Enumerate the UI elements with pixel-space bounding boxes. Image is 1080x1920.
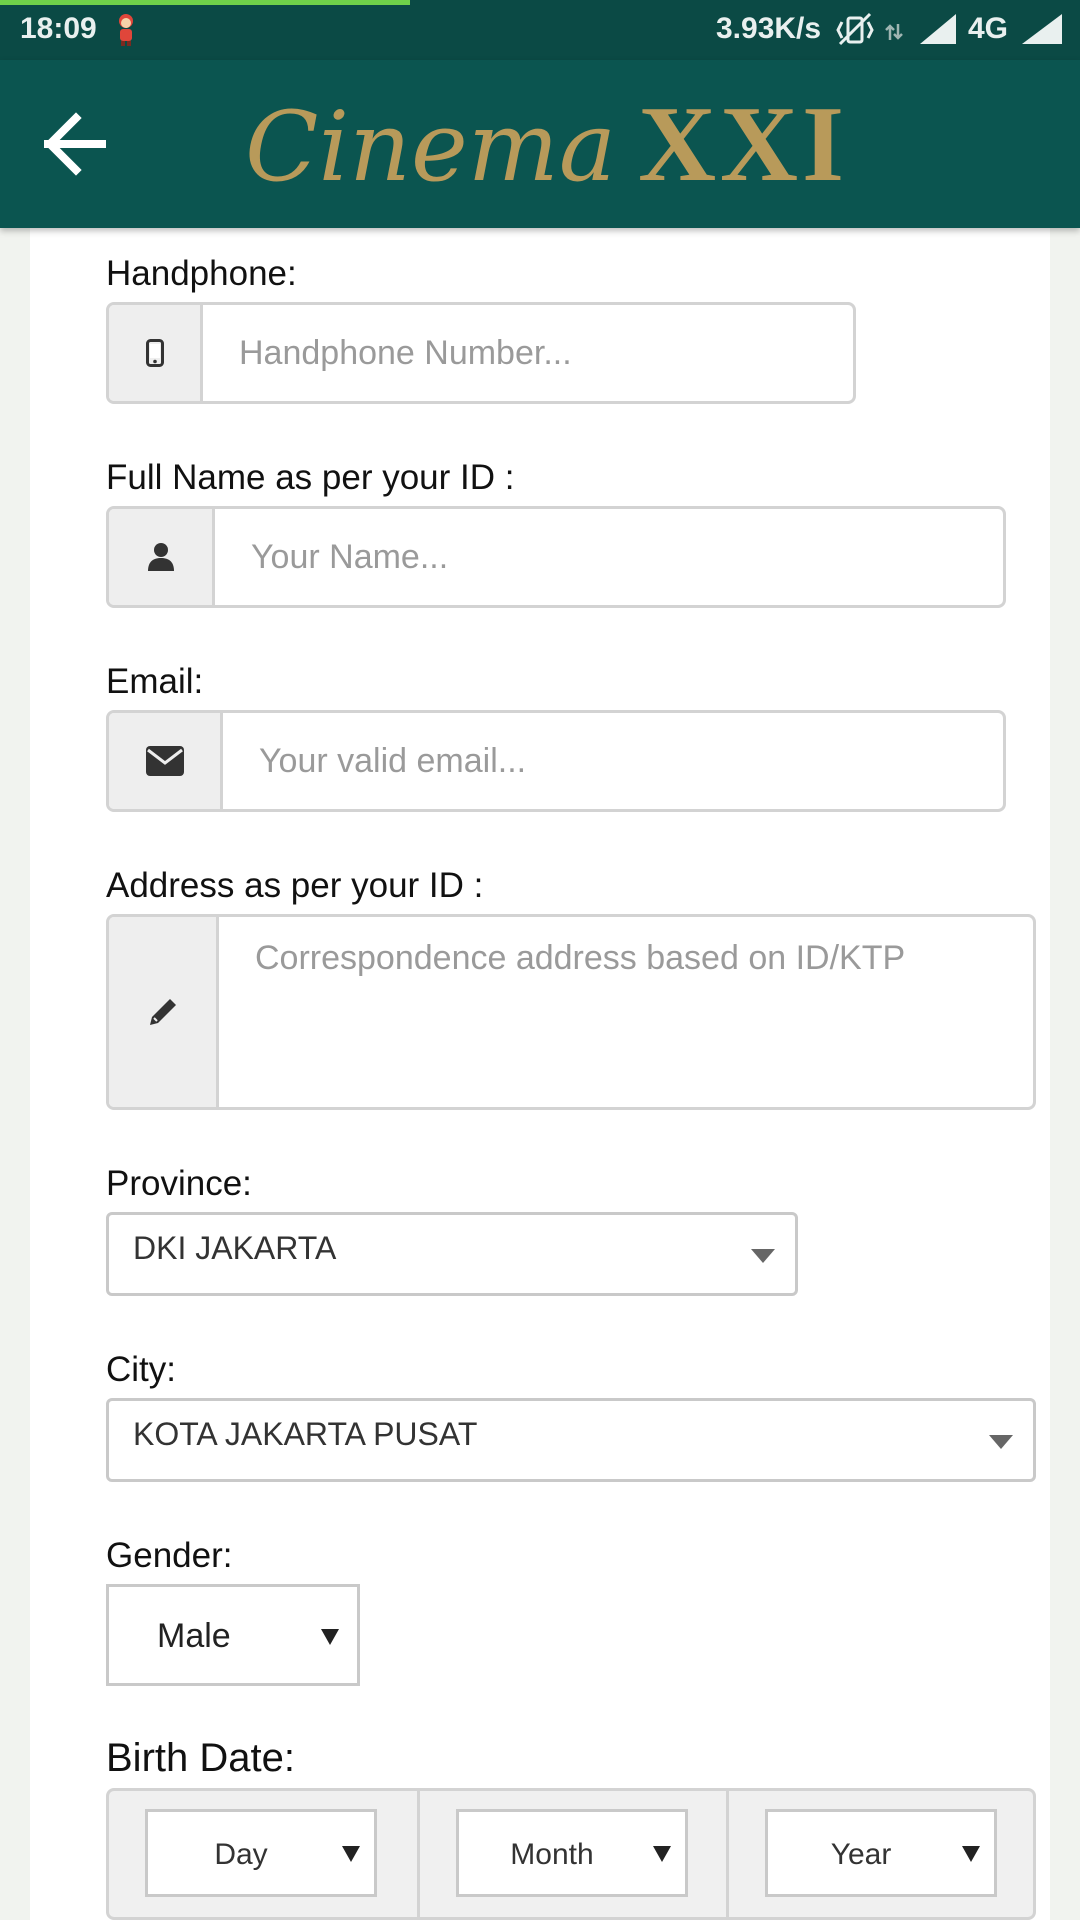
chevron-down-icon [989,1435,1013,1449]
birth-month-value: Month [510,1838,594,1871]
handphone-label: Handphone: [106,254,297,293]
status-bar: 18:09 3.93K/s 4G [0,0,1080,60]
registration-form: Handphone: Full Name as per your ID : Em… [30,228,1050,1920]
address-addon [109,917,219,1107]
back-button[interactable] [40,108,130,180]
triangle-down-icon [321,1629,339,1645]
province-select[interactable]: DKI JAKARTA [106,1212,798,1296]
full-name-group [106,506,1006,608]
full-name-addon [109,509,215,605]
gender-label: Gender: [106,1536,233,1575]
page-load-progress [0,0,410,5]
birth-day-cell: Day [109,1791,417,1917]
mobile-phone-icon [145,339,164,367]
birth-year-select[interactable]: Year [765,1809,997,1897]
handphone-addon [109,305,203,401]
email-label: Email: [106,662,204,701]
app-bar: Cinema XXI [0,60,1080,228]
gender-select[interactable]: Male [106,1584,360,1686]
birth-month-cell: Month [417,1791,728,1917]
province-selected-value: DKI JAKARTA [133,1230,337,1266]
birth-month-select[interactable]: Month [456,1809,688,1897]
province-label: Province: [106,1164,252,1203]
birth-date-group: Day Month Year [106,1788,1036,1920]
address-group [106,914,1036,1110]
network-speed: 3.93K/s [716,12,822,45]
city-selected-value: KOTA JAKARTA PUSAT [133,1416,478,1452]
chevron-down-icon [751,1249,775,1263]
city-label: City: [106,1350,176,1389]
arrow-left-icon [44,112,106,176]
network-type: 4G [968,12,1009,45]
triangle-down-icon [962,1846,980,1862]
city-select[interactable]: KOTA JAKARTA PUSAT [106,1398,1036,1482]
logo-script: Cinema [245,91,617,203]
user-icon [147,543,174,571]
cinema-xxi-logo: Cinema XXI [245,80,848,210]
signal-icon [920,14,956,44]
handphone-group [106,302,856,404]
signal-icon [1022,14,1062,44]
data-arrows-icon [885,24,903,40]
status-time: 18:09 [20,12,97,45]
full-name-input[interactable] [215,509,1003,605]
birth-day-select[interactable]: Day [145,1809,377,1897]
logo-mark: XXI [638,85,849,204]
pencil-icon [149,999,176,1025]
triangle-down-icon [342,1846,360,1862]
full-name-label: Full Name as per your ID : [106,458,515,497]
email-addon [109,713,223,809]
address-textarea[interactable] [219,917,1033,1107]
address-label: Address as per your ID : [106,866,484,905]
envelope-icon [145,746,184,776]
app-mascot-icon [119,14,133,46]
status-icons [836,12,1062,46]
birth-year-cell: Year [726,1791,1037,1917]
birth-date-label: Birth Date: [106,1736,295,1780]
birth-year-value: Year [830,1838,892,1871]
email-input[interactable] [223,713,1003,809]
triangle-down-icon [653,1846,671,1862]
birth-day-value: Day [214,1838,268,1871]
gender-selected-value: Male [157,1617,231,1655]
email-group [106,710,1006,812]
handphone-input[interactable] [203,305,853,401]
vibrate-off-icon [836,12,874,46]
